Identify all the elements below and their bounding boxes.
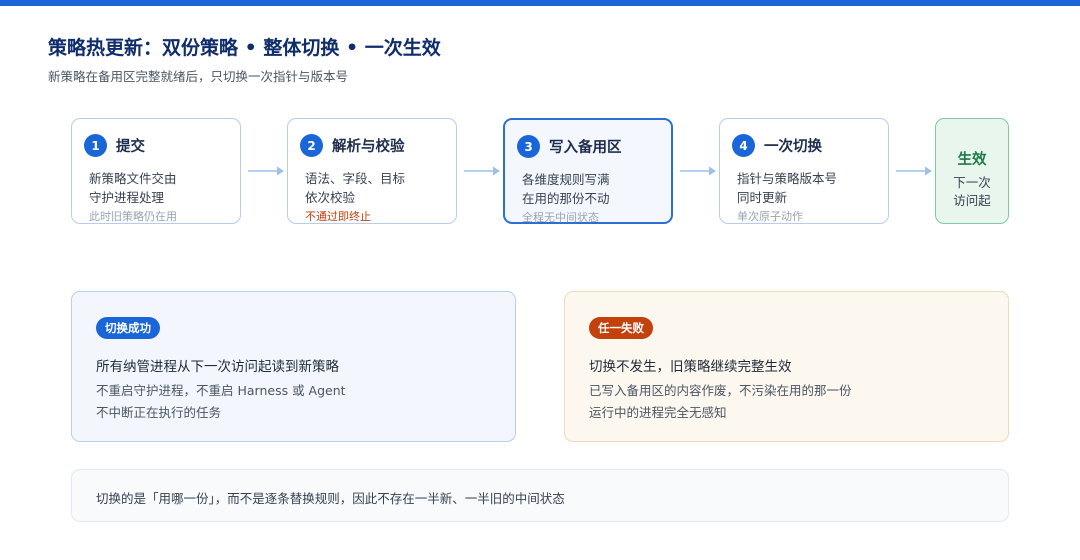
step-header: 4 一次切换 (732, 134, 822, 157)
step-header: 3 写入备用区 (517, 135, 622, 158)
step-number-badge: 3 (517, 135, 540, 158)
step-warning-note: 不通过即终止 (305, 210, 371, 223)
effective-line: 访问起 (953, 193, 991, 208)
failure-line: 运行中的进程完全无感知 (589, 405, 727, 420)
step-effective: 生效 下一次 访问起 (935, 118, 1009, 224)
step-number-badge: 4 (732, 134, 755, 157)
failure-panel: 任一失败 切换不发生，旧策略继续完整生效 已写入备用区的内容作废，不污染在用的那… (564, 291, 1009, 442)
failure-line: 已写入备用区的内容作废，不污染在用的那一份 (589, 383, 852, 398)
effective-line: 下一次 (953, 175, 991, 190)
step-submit: 1 提交 新策略文件交由 守护进程处理 此时旧策略仍在用 (71, 118, 241, 224)
arrow-right-icon (248, 166, 284, 176)
step-number-badge: 2 (300, 134, 323, 157)
success-line: 不重启守护进程，不重启 Harness 或 Agent (96, 383, 346, 398)
success-line: 不中断正在执行的任务 (96, 405, 222, 420)
success-title: 所有纳管进程从下一次访问起读到新策略 (96, 359, 339, 375)
step-switch-once: 4 一次切换 指针与策略版本号 同时更新 单次原子动作 (719, 118, 889, 224)
step-title: 一次切换 (764, 139, 822, 155)
step-description-line: 在用的那份不动 (522, 191, 610, 206)
step-note: 单次原子动作 (737, 210, 803, 223)
step-note: 全程无中间状态 (522, 211, 599, 224)
step-header: 1 提交 (84, 134, 145, 157)
top-accent-bar (0, 0, 1080, 6)
step-number-badge: 1 (84, 134, 107, 157)
step-description-line: 依次校验 (305, 190, 356, 205)
step-description-line: 守护进程处理 (89, 190, 165, 205)
step-description-line: 语法、字段、目标 (305, 171, 406, 186)
step-title: 解析与校验 (332, 139, 405, 155)
failure-badge: 任一失败 (589, 317, 653, 339)
step-parse-validate: 2 解析与校验 语法、字段、目标 依次校验 不通过即终止 (287, 118, 457, 224)
success-badge: 切换成功 (96, 317, 160, 339)
arrow-right-icon (896, 166, 932, 176)
step-title: 写入备用区 (549, 140, 622, 156)
arrow-right-icon (680, 166, 716, 176)
failure-title: 切换不发生，旧策略继续完整生效 (589, 359, 792, 375)
success-panel: 切换成功 所有纳管进程从下一次访问起读到新策略 不重启守护进程，不重启 Harn… (71, 291, 516, 442)
arrow-right-icon (464, 166, 500, 176)
step-write-standby: 3 写入备用区 各维度规则写满 在用的那份不动 全程无中间状态 (503, 118, 673, 224)
step-description-line: 新策略文件交由 (89, 171, 177, 186)
page-subtitle: 新策略在备用区完整就绪后，只切换一次指针与版本号 (48, 69, 349, 84)
effective-title: 生效 (957, 152, 987, 168)
page-title: 策略热更新：双份策略 • 整体切换 • 一次生效 (48, 37, 441, 59)
step-note: 此时旧策略仍在用 (89, 210, 177, 223)
step-description-line: 同时更新 (737, 190, 788, 205)
step-header: 2 解析与校验 (300, 134, 405, 157)
footer-text: 切换的是「用哪一份」，而不是逐条替换规则，因此不存在一半新、一半旧的中间状态 (96, 491, 565, 506)
step-title: 提交 (116, 139, 145, 155)
step-description-line: 指针与策略版本号 (737, 171, 838, 186)
step-description-line: 各维度规则写满 (522, 172, 610, 187)
footer-note: 切换的是「用哪一份」，而不是逐条替换规则，因此不存在一半新、一半旧的中间状态 (71, 469, 1009, 522)
